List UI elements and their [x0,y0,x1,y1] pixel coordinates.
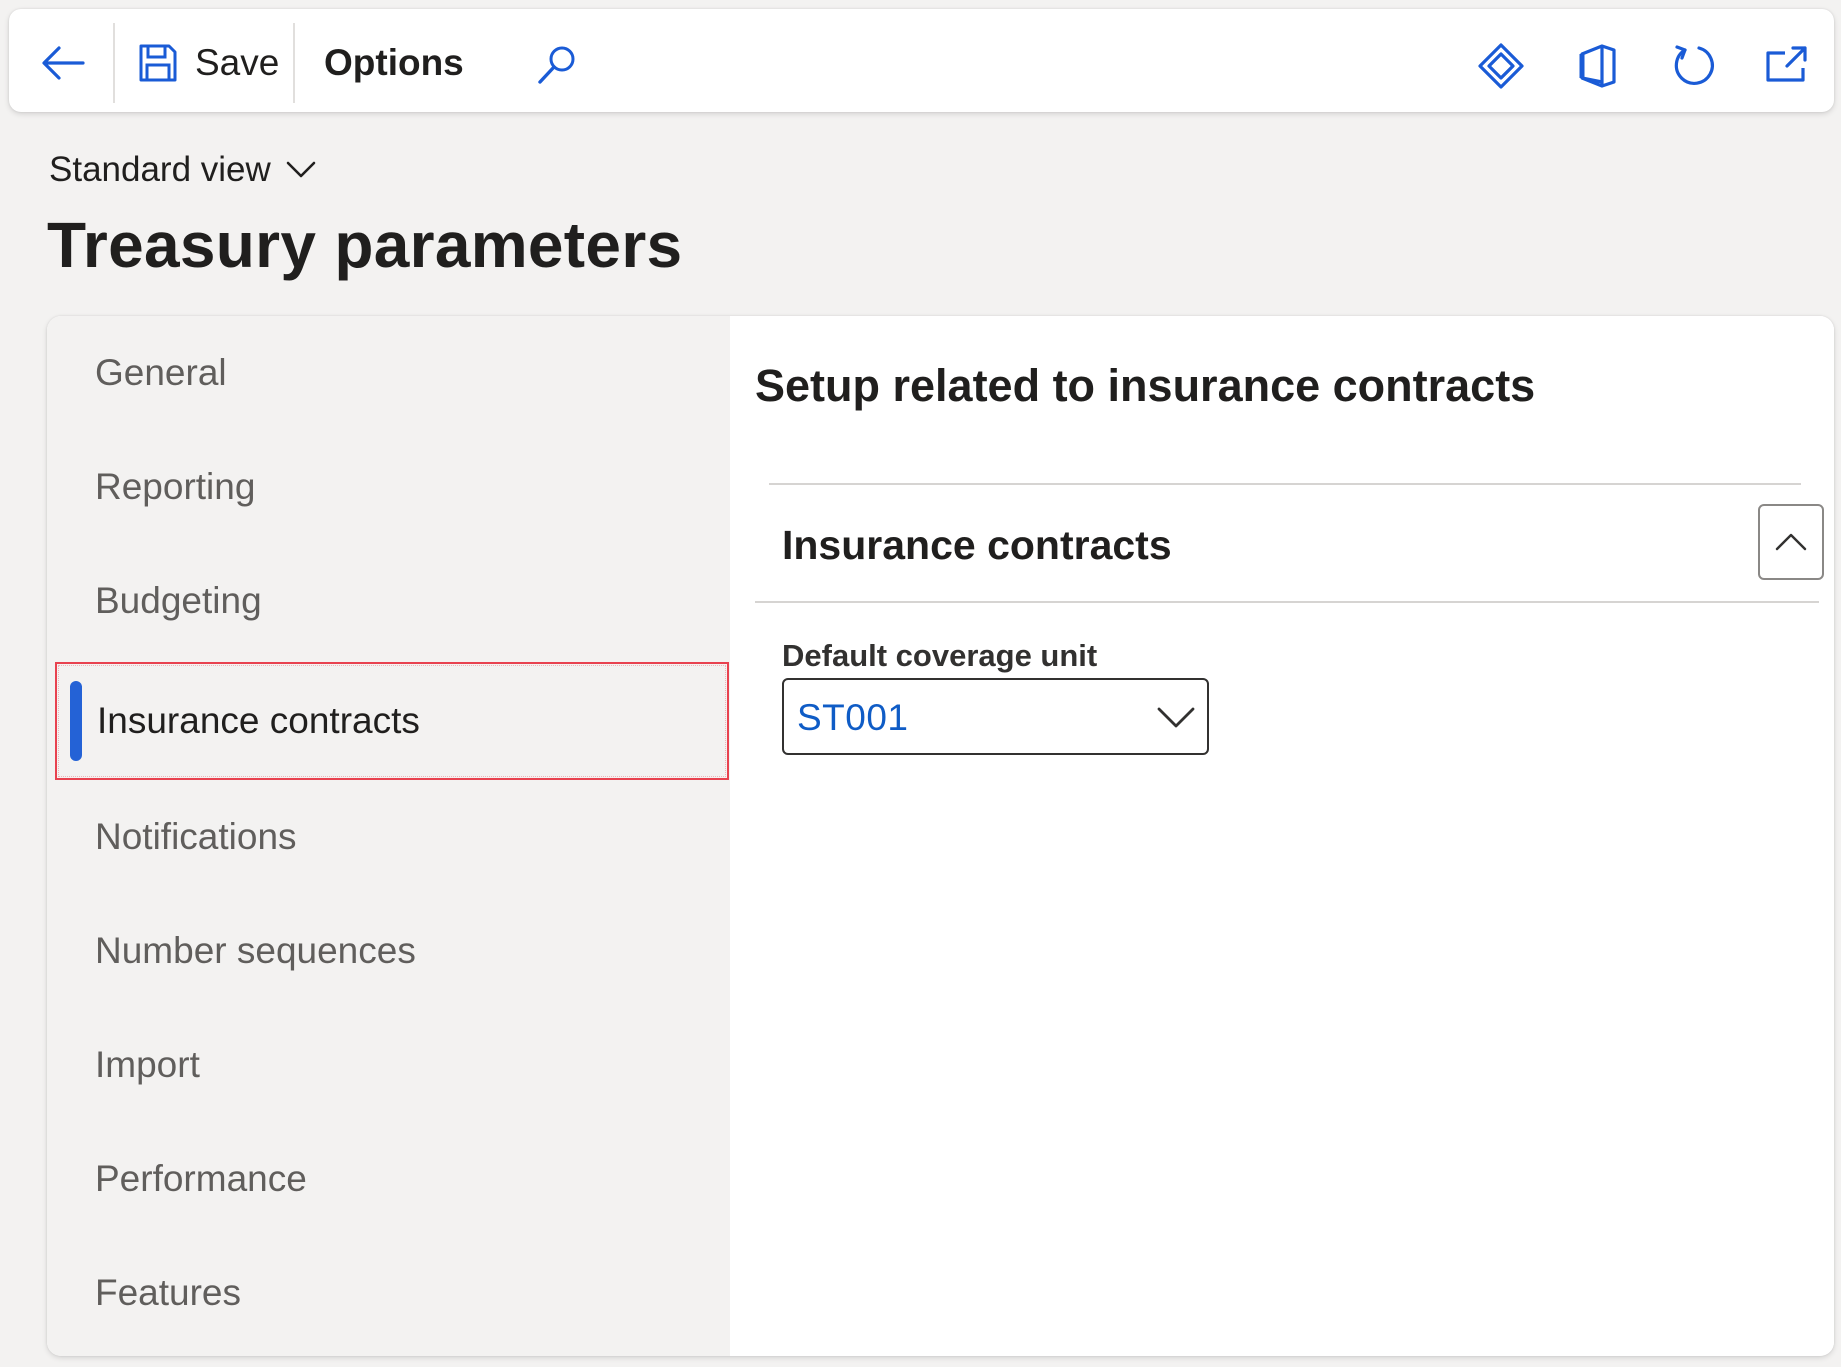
options-button-label: Options [324,42,464,83]
nav-item-label: General [95,352,227,393]
chevron-down-icon [286,161,316,178]
view-selector-label: Standard view [49,150,271,189]
refresh-button[interactable] [1666,39,1720,93]
open-in-new-window-icon [1766,46,1807,82]
chevron-up-icon [1775,533,1807,551]
nav-item-number-sequences[interactable]: Number sequences [47,894,730,1008]
power-apps-icon [1478,43,1524,89]
divider [769,483,1801,485]
section-title: Insurance contracts [782,522,1172,568]
nav-item-label: Reporting [95,466,256,507]
options-button[interactable]: Options [324,35,464,91]
toolbar-divider [113,23,115,103]
collapse-section-button[interactable] [1758,504,1824,580]
back-arrow-icon [42,46,85,80]
nav-item-performance[interactable]: Performance [47,1122,730,1236]
nav-item-label: Insurance contracts [97,700,420,741]
toolbar-divider [293,23,295,103]
nav-item-label: Number sequences [95,930,416,971]
nav-item-label: Import [95,1044,200,1085]
parameters-card: General Reporting Budgeting Insurance co… [47,316,1834,1356]
back-button[interactable] [35,35,91,91]
save-icon [139,44,177,82]
nav-item-label: Budgeting [95,580,262,621]
nav-item-general[interactable]: General [47,316,730,430]
action-toolbar: Save Options [9,9,1834,112]
search-button[interactable] [529,37,585,93]
nav-item-label: Performance [95,1158,307,1199]
nav-item-import[interactable]: Import [47,1008,730,1122]
nav-item-label: Notifications [95,816,297,857]
default-coverage-unit-label: Default coverage unit [782,638,1098,673]
office-button[interactable] [1571,39,1625,93]
save-button-label: Save [195,42,280,83]
default-coverage-unit-value: ST001 [797,697,909,738]
nav-item-label: Features [95,1272,242,1313]
nav-item-notifications[interactable]: Notifications [47,780,730,894]
page-title: Treasury parameters [47,209,683,281]
content-title: Setup related to insurance contracts [755,360,1536,411]
office-icon [1579,44,1616,88]
search-icon [538,46,575,84]
details-pane: Setup related to insurance contracts Ins… [730,316,1834,1356]
chevron-down-icon [1157,707,1195,728]
active-indicator [70,681,82,761]
save-button[interactable]: Save [137,35,279,91]
nav-item-features[interactable]: Features [47,1236,730,1350]
divider [755,601,1819,603]
parameters-nav: General Reporting Budgeting Insurance co… [47,316,730,1356]
nav-item-budgeting[interactable]: Budgeting [47,544,730,658]
view-selector[interactable]: Standard view [49,150,317,190]
open-in-new-window-button[interactable] [1760,39,1814,93]
nav-item-reporting[interactable]: Reporting [47,430,730,544]
refresh-icon [1674,45,1714,85]
default-coverage-unit-dropdown[interactable]: ST001 [782,678,1209,755]
nav-item-insurance-contracts[interactable]: Insurance contracts [55,662,729,780]
power-apps-button[interactable] [1474,39,1528,93]
